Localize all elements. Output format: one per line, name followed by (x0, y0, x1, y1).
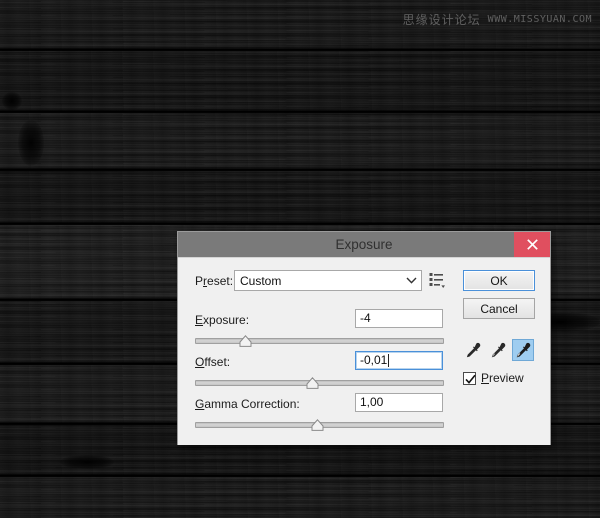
wood-plank (0, 112, 600, 170)
dialog-title: Exposure (335, 237, 393, 252)
exposure-input[interactable]: -4 (355, 309, 443, 328)
slider-thumb[interactable] (306, 377, 319, 389)
watermark: 思缘设计论坛 WWW.MISSYUAN.COM (403, 11, 592, 28)
close-button[interactable] (514, 232, 550, 257)
plank-seam (0, 49, 600, 51)
slider-track (195, 380, 444, 386)
plank-seam (0, 111, 600, 113)
set-black-point-eyedropper-icon[interactable] (462, 339, 484, 361)
preview-checkbox[interactable] (463, 371, 476, 385)
preset-options-menu-icon[interactable] (429, 272, 446, 292)
plank-seam (0, 169, 600, 171)
text-caret (388, 354, 390, 367)
preview-label: Preview (481, 371, 524, 385)
set-gray-point-eyedropper-icon[interactable] (487, 339, 509, 361)
wood-plank (0, 170, 600, 224)
set-white-point-eyedropper-icon[interactable] (512, 339, 534, 361)
cancel-button-label: Cancel (480, 301, 518, 316)
ok-button-label: OK (490, 273, 508, 288)
wood-plank (0, 50, 600, 112)
dialog-titlebar[interactable]: Exposure (178, 232, 550, 257)
eyedropper-group (462, 339, 534, 361)
close-icon (526, 239, 538, 250)
preset-label: Preset: (195, 274, 234, 288)
offset-label: Offset: (195, 355, 231, 369)
wood-plank (0, 476, 600, 518)
exposure-slider[interactable] (195, 335, 444, 347)
gamma-correction-slider[interactable] (195, 419, 444, 431)
exposure-value: -4 (360, 311, 371, 325)
checkmark-icon (465, 374, 476, 384)
exposure-dialog: Exposure Preset: Custom Exposure: -4 Off… (178, 232, 550, 445)
preview-checkbox-row[interactable]: Preview (463, 371, 524, 385)
slider-thumb[interactable] (311, 419, 324, 431)
plank-seam (0, 223, 600, 225)
wood-knot (2, 92, 22, 110)
offset-value: -0,01 (360, 353, 388, 367)
chevron-down-icon (401, 277, 421, 284)
ok-button[interactable]: OK (463, 270, 535, 291)
cancel-button[interactable]: Cancel (463, 298, 535, 319)
preset-dropdown[interactable]: Custom (234, 270, 422, 291)
watermark-url-text: WWW.MISSYUAN.COM (487, 14, 592, 25)
gamma-correction-value: 1,00 (360, 395, 384, 409)
preset-selected-value: Custom (240, 273, 282, 288)
plank-seam (0, 475, 600, 477)
watermark-chinese-text: 思缘设计论坛 (402, 13, 481, 27)
wood-knot (60, 455, 114, 469)
gamma-correction-label: Gamma Correction: (195, 397, 300, 411)
slider-thumb[interactable] (239, 335, 252, 347)
offset-input[interactable]: -0,01 (355, 351, 443, 370)
slider-track (195, 338, 444, 344)
gamma-correction-input[interactable]: 1,00 (355, 393, 443, 412)
dialog-body: Preset: Custom Exposure: -4 Offset: -0,0… (178, 257, 550, 445)
exposure-label: Exposure: (195, 313, 250, 327)
offset-slider[interactable] (195, 377, 444, 389)
wood-knot (18, 120, 44, 166)
